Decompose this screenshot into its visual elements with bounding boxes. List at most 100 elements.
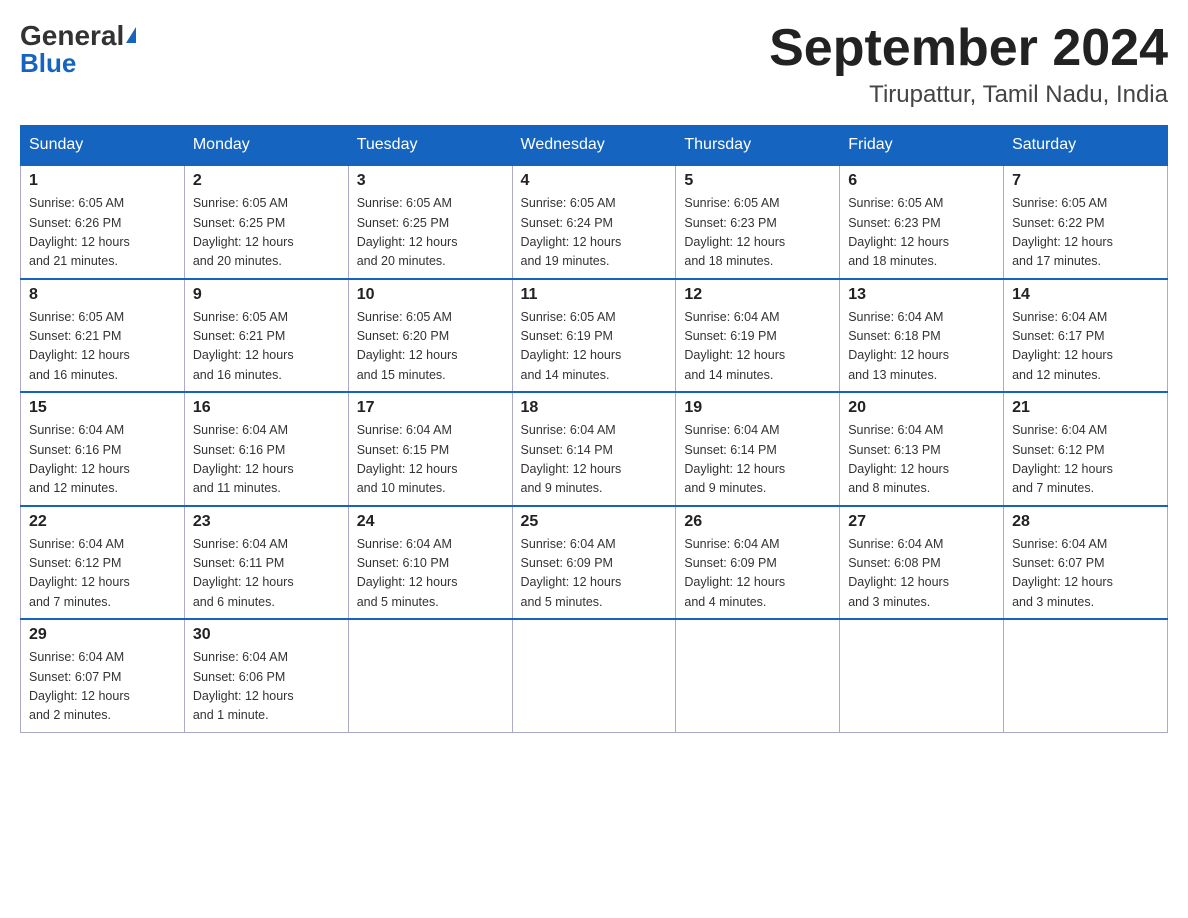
table-row: 12 Sunrise: 6:04 AMSunset: 6:19 PMDayligh… (676, 279, 840, 393)
day-number: 26 (684, 513, 831, 531)
day-number: 17 (357, 399, 504, 417)
day-number: 3 (357, 172, 504, 190)
table-row: 27 Sunrise: 6:04 AMSunset: 6:08 PMDayligh… (840, 506, 1004, 620)
table-row: 26Sunrise: 6:04 AMSunset: 6:09 PMDayligh… (676, 506, 840, 620)
logo: General Blue (20, 20, 136, 79)
calendar-week-row: 15 Sunrise: 6:04 AMSunset: 6:16 PMDayligh… (21, 392, 1168, 506)
day-number: 5 (684, 172, 831, 190)
day-info: Sunrise: 6:04 AMSunset: 6:13 PMDaylight:… (848, 421, 995, 499)
table-row: 17 Sunrise: 6:04 AMSunset: 6:15 PMDayligh… (348, 392, 512, 506)
calendar-week-row: 8 Sunrise: 6:05 AMSunset: 6:21 PMDaylight… (21, 279, 1168, 393)
day-number: 13 (848, 286, 995, 304)
table-row: 16 Sunrise: 6:04 AMSunset: 6:16 PMDayligh… (184, 392, 348, 506)
table-row (840, 619, 1004, 732)
table-row: 23 Sunrise: 6:04 AMSunset: 6:11 PMDayligh… (184, 506, 348, 620)
day-info: Sunrise: 6:04 AMSunset: 6:14 PMDaylight:… (521, 421, 668, 499)
day-number: 25 (521, 513, 668, 531)
day-info: Sunrise: 6:04 AMSunset: 6:15 PMDaylight:… (357, 421, 504, 499)
day-number: 6 (848, 172, 995, 190)
day-info: Sunrise: 6:04 AMSunset: 6:17 PMDaylight:… (1012, 308, 1159, 386)
table-row: 11 Sunrise: 6:05 AMSunset: 6:19 PMDayligh… (512, 279, 676, 393)
page-header: General Blue September 2024 Tirupattur, … (20, 20, 1168, 109)
day-number: 12 (684, 286, 831, 304)
day-info: Sunrise: 6:05 AMSunset: 6:26 PMDaylight:… (29, 194, 176, 272)
calendar-week-row: 29 Sunrise: 6:04 AMSunset: 6:07 PMDayligh… (21, 619, 1168, 732)
day-info: Sunrise: 6:05 AMSunset: 6:23 PMDaylight:… (684, 194, 831, 272)
day-number: 7 (1012, 172, 1159, 190)
table-row: 7 Sunrise: 6:05 AMSunset: 6:22 PMDaylight… (1004, 165, 1168, 279)
day-info: Sunrise: 6:05 AMSunset: 6:20 PMDaylight:… (357, 308, 504, 386)
day-info: Sunrise: 6:05 AMSunset: 6:25 PMDaylight:… (193, 194, 340, 272)
day-number: 16 (193, 399, 340, 417)
day-info: Sunrise: 6:05 AMSunset: 6:23 PMDaylight:… (848, 194, 995, 272)
day-number: 23 (193, 513, 340, 531)
day-number: 15 (29, 399, 176, 417)
table-row: 4 Sunrise: 6:05 AMSunset: 6:24 PMDaylight… (512, 165, 676, 279)
day-number: 8 (29, 286, 176, 304)
day-number: 27 (848, 513, 995, 531)
table-row: 24 Sunrise: 6:04 AMSunset: 6:10 PMDayligh… (348, 506, 512, 620)
col-friday: Friday (840, 126, 1004, 166)
location-title: Tirupattur, Tamil Nadu, India (769, 81, 1168, 109)
table-row: 10 Sunrise: 6:05 AMSunset: 6:20 PMDayligh… (348, 279, 512, 393)
day-info: Sunrise: 6:04 AMSunset: 6:11 PMDaylight:… (193, 535, 340, 613)
table-row (512, 619, 676, 732)
day-info: Sunrise: 6:05 AMSunset: 6:21 PMDaylight:… (193, 308, 340, 386)
table-row: 8 Sunrise: 6:05 AMSunset: 6:21 PMDaylight… (21, 279, 185, 393)
table-row: 22Sunrise: 6:04 AMSunset: 6:12 PMDayligh… (21, 506, 185, 620)
table-row: 9 Sunrise: 6:05 AMSunset: 6:21 PMDaylight… (184, 279, 348, 393)
day-info: Sunrise: 6:04 AMSunset: 6:09 PMDaylight:… (521, 535, 668, 613)
col-thursday: Thursday (676, 126, 840, 166)
day-info: Sunrise: 6:04 AMSunset: 6:12 PMDaylight:… (29, 535, 176, 613)
day-number: 1 (29, 172, 176, 190)
table-row (676, 619, 840, 732)
table-row (348, 619, 512, 732)
col-saturday: Saturday (1004, 126, 1168, 166)
day-number: 29 (29, 626, 176, 644)
table-row: 5 Sunrise: 6:05 AMSunset: 6:23 PMDaylight… (676, 165, 840, 279)
day-number: 9 (193, 286, 340, 304)
table-row: 30 Sunrise: 6:04 AMSunset: 6:06 PMDayligh… (184, 619, 348, 732)
table-row: 19Sunrise: 6:04 AMSunset: 6:14 PMDayligh… (676, 392, 840, 506)
day-info: Sunrise: 6:05 AMSunset: 6:24 PMDaylight:… (521, 194, 668, 272)
month-year-title: September 2024 (769, 20, 1168, 77)
col-wednesday: Wednesday (512, 126, 676, 166)
table-row: 14 Sunrise: 6:04 AMSunset: 6:17 PMDayligh… (1004, 279, 1168, 393)
table-row (1004, 619, 1168, 732)
col-tuesday: Tuesday (348, 126, 512, 166)
day-info: Sunrise: 6:05 AMSunset: 6:19 PMDaylight:… (521, 308, 668, 386)
table-row: 20Sunrise: 6:04 AMSunset: 6:13 PMDayligh… (840, 392, 1004, 506)
day-number: 24 (357, 513, 504, 531)
table-row: 29 Sunrise: 6:04 AMSunset: 6:07 PMDayligh… (21, 619, 185, 732)
day-number: 14 (1012, 286, 1159, 304)
day-number: 11 (521, 286, 668, 304)
day-info: Sunrise: 6:04 AMSunset: 6:19 PMDaylight:… (684, 308, 831, 386)
day-info: Sunrise: 6:04 AMSunset: 6:10 PMDaylight:… (357, 535, 504, 613)
table-row: 13Sunrise: 6:04 AMSunset: 6:18 PMDayligh… (840, 279, 1004, 393)
logo-blue-text: Blue (20, 48, 76, 79)
day-info: Sunrise: 6:05 AMSunset: 6:22 PMDaylight:… (1012, 194, 1159, 272)
day-number: 28 (1012, 513, 1159, 531)
day-info: Sunrise: 6:04 AMSunset: 6:16 PMDaylight:… (29, 421, 176, 499)
table-row: 21Sunrise: 6:04 AMSunset: 6:12 PMDayligh… (1004, 392, 1168, 506)
day-info: Sunrise: 6:04 AMSunset: 6:07 PMDaylight:… (29, 648, 176, 726)
day-number: 30 (193, 626, 340, 644)
day-number: 2 (193, 172, 340, 190)
table-row: 6 Sunrise: 6:05 AMSunset: 6:23 PMDaylight… (840, 165, 1004, 279)
day-number: 19 (684, 399, 831, 417)
day-info: Sunrise: 6:04 AMSunset: 6:08 PMDaylight:… (848, 535, 995, 613)
day-info: Sunrise: 6:04 AMSunset: 6:16 PMDaylight:… (193, 421, 340, 499)
day-number: 4 (521, 172, 668, 190)
calendar-header-row: Sunday Monday Tuesday Wednesday Thursday… (21, 126, 1168, 166)
table-row: 3Sunrise: 6:05 AMSunset: 6:25 PMDaylight… (348, 165, 512, 279)
day-info: Sunrise: 6:04 AMSunset: 6:12 PMDaylight:… (1012, 421, 1159, 499)
table-row: 28Sunrise: 6:04 AMSunset: 6:07 PMDayligh… (1004, 506, 1168, 620)
table-row: 1 Sunrise: 6:05 AMSunset: 6:26 PMDaylight… (21, 165, 185, 279)
logo-triangle-icon (126, 27, 136, 43)
col-monday: Monday (184, 126, 348, 166)
day-number: 10 (357, 286, 504, 304)
day-info: Sunrise: 6:04 AMSunset: 6:06 PMDaylight:… (193, 648, 340, 726)
calendar-title-area: September 2024 Tirupattur, Tamil Nadu, I… (769, 20, 1168, 109)
calendar-table: Sunday Monday Tuesday Wednesday Thursday… (20, 125, 1168, 733)
day-info: Sunrise: 6:05 AMSunset: 6:21 PMDaylight:… (29, 308, 176, 386)
